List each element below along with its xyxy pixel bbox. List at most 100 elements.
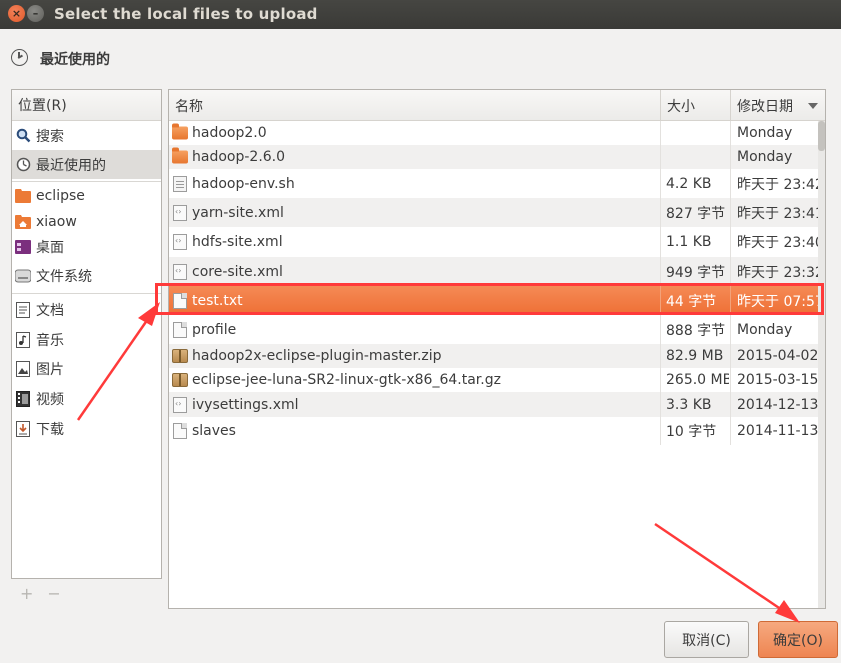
folder-icon [172, 123, 188, 140]
search-icon [15, 128, 31, 144]
add-bookmark-button[interactable]: + [20, 584, 47, 603]
file-name: hadoop2.0 [192, 125, 267, 141]
documents-icon [15, 301, 31, 318]
desktop-icon [15, 239, 31, 255]
file-size: 4.2 KB [660, 169, 729, 198]
file-name: ivysettings.xml [192, 396, 299, 413]
minimize-icon[interactable]: – [27, 5, 44, 22]
remove-bookmark-button[interactable]: − [47, 584, 74, 603]
sidebar-divider [12, 293, 161, 294]
file-row[interactable]: yarn-site.xml 827 字节 昨天于 23:41 [169, 198, 825, 227]
sidebar-tools: +− [20, 584, 75, 603]
sidebar-item-recent[interactable]: 最近使用的 [12, 150, 161, 179]
cancel-button[interactable]: 取消(C) [664, 621, 749, 658]
videos-icon [15, 390, 31, 407]
xml-file-icon [173, 234, 187, 250]
close-icon[interactable]: × [8, 5, 25, 22]
home-folder-icon [15, 214, 31, 230]
file-row[interactable]: profile 888 字节 Monday [169, 315, 825, 344]
column-header-name[interactable]: 名称 [169, 90, 660, 121]
file-modified: Monday [730, 121, 825, 145]
file-row[interactable]: hdfs-site.xml 1.1 KB 昨天于 23:40 [169, 227, 825, 257]
places-header: 位置(R) [12, 90, 161, 121]
file-name: yarn-site.xml [192, 204, 284, 221]
sidebar-item-filesystem[interactable]: 文件系统 [12, 261, 161, 290]
column-header-modified-label: 修改日期 [737, 98, 793, 115]
location-bar: 最近使用的 [0, 29, 841, 89]
file-modified: 昨天于 23:32 [730, 257, 825, 286]
file-size [660, 145, 729, 169]
sidebar-item-pictures[interactable]: 图片 [12, 354, 161, 383]
file-size [660, 121, 729, 145]
location-label[interactable]: 最近使用的 [40, 49, 110, 69]
xml-file-icon [173, 263, 187, 280]
sidebar-item-desktop[interactable]: 桌面 [12, 232, 161, 261]
file-modified: 2015-03-15 [730, 368, 825, 392]
sidebar-item-label: 文件系统 [36, 268, 92, 285]
file-list: 名称 大小 修改日期 hadoop2.0 Monday hadoop-2.6.0… [168, 89, 826, 609]
file-size: 82.9 MB [660, 344, 729, 368]
script-file-icon [173, 175, 187, 192]
window-title: Select the local files to upload [54, 5, 318, 23]
file-modified: 2014-12-13 [730, 392, 825, 417]
column-header-size[interactable]: 大小 [660, 90, 730, 121]
vertical-scrollbar[interactable] [818, 121, 825, 608]
file-row[interactable]: eclipse-jee-luna-SR2-linux-gtk-x86_64.ta… [169, 368, 825, 392]
sidebar-item-label: 图片 [36, 361, 64, 378]
sidebar-item-label: 文档 [36, 302, 64, 319]
file-row[interactable]: slaves 10 字节 2014-11-13 [169, 417, 825, 445]
file-size: 827 字节 [660, 198, 729, 227]
downloads-icon [15, 420, 31, 437]
pictures-icon [15, 360, 31, 377]
xml-file-icon [173, 204, 187, 221]
sidebar-item-music[interactable]: 音乐 [12, 325, 161, 354]
column-header-modified[interactable]: 修改日期 [730, 90, 825, 121]
text-file-icon [173, 321, 187, 338]
file-modified: 昨天于 23:41 [730, 198, 825, 227]
drive-icon [15, 268, 31, 284]
file-size: 265.0 MB [660, 368, 729, 392]
sidebar-item-label: 视频 [36, 391, 64, 408]
file-name: hadoop2x-eclipse-plugin-master.zip [192, 348, 442, 364]
xml-file-icon [173, 396, 187, 413]
file-size: 888 字节 [660, 315, 729, 344]
file-size: 1.1 KB [660, 227, 729, 257]
file-row[interactable]: hadoop2x-eclipse-plugin-master.zip 82.9 … [169, 344, 825, 368]
file-name: hadoop-env.sh [192, 175, 295, 192]
sidebar-item-documents[interactable]: 文档 [12, 295, 161, 324]
sidebar-item-downloads[interactable]: 下载 [12, 414, 161, 443]
folder-icon [172, 147, 188, 164]
folder-icon [15, 188, 31, 204]
title-bar: × – Select the local files to upload [0, 0, 841, 29]
sidebar-item-eclipse[interactable]: eclipse [12, 181, 161, 210]
file-modified: 昨天于 23:40 [730, 227, 825, 257]
sidebar-item-videos[interactable]: 视频 [12, 384, 161, 413]
file-row[interactable]: core-site.xml 949 字节 昨天于 23:32 [169, 257, 825, 286]
file-name: core-site.xml [192, 263, 283, 280]
file-modified: 2015-04-02 [730, 344, 825, 368]
file-row[interactable]: hadoop-2.6.0 Monday [169, 145, 825, 169]
file-row[interactable]: hadoop-env.sh 4.2 KB 昨天于 23:42 [169, 169, 825, 198]
scrollbar-thumb[interactable] [818, 121, 825, 151]
sidebar-item-search[interactable]: 搜索 [12, 121, 161, 150]
file-modified: Monday [730, 315, 825, 344]
file-modified: 2014-11-13 [730, 417, 825, 445]
sort-descending-icon [808, 103, 818, 109]
file-modified: Monday [730, 145, 825, 169]
file-size: 10 字节 [660, 417, 729, 445]
file-size: 3.3 KB [660, 392, 729, 417]
file-modified: 昨天于 23:42 [730, 169, 825, 198]
ok-button[interactable]: 确定(O) [758, 621, 838, 658]
file-row[interactable]: hadoop2.0 Monday [169, 121, 825, 145]
file-name: hadoop-2.6.0 [192, 149, 286, 165]
file-name: slaves [192, 423, 236, 439]
recent-icon [15, 157, 31, 173]
sidebar-item-label: 下载 [36, 421, 64, 438]
file-row[interactable]: ivysettings.xml 3.3 KB 2014-12-13 [169, 392, 825, 417]
file-list-header: 名称 大小 修改日期 [169, 90, 825, 121]
file-name: hdfs-site.xml [192, 234, 283, 250]
sidebar-item-label: 音乐 [36, 332, 64, 349]
sidebar-item-label: xiaow [36, 213, 77, 230]
sidebar-item-label: eclipse [36, 187, 85, 204]
file-name: eclipse-jee-luna-SR2-linux-gtk-x86_64.ta… [192, 372, 501, 388]
